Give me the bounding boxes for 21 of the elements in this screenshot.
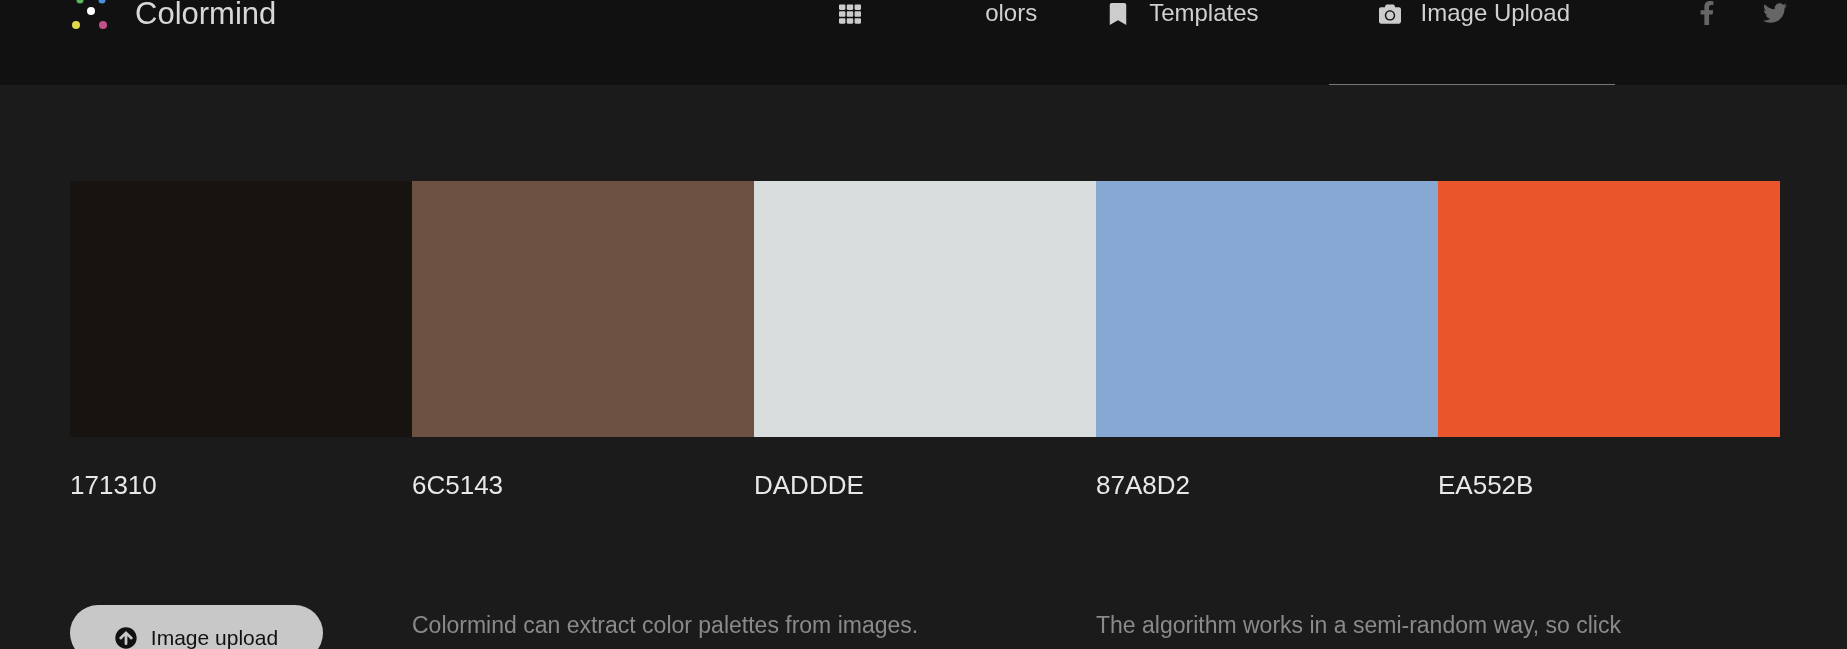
camera-icon	[1378, 3, 1401, 25]
upload-icon	[114, 627, 137, 649]
description-text: Colormind can extract color palettes from images.	[412, 611, 920, 640]
hex-code: 6C5143	[412, 469, 505, 502]
grid-icon	[839, 3, 862, 25]
image-upload-button[interactable]: Image upload	[70, 605, 323, 649]
hex-code: 87A8D2	[1096, 469, 1191, 502]
hex-code: DADDDE	[754, 469, 865, 502]
nav-link[interactable]: Image Upload	[1328, 0, 1615, 85]
logo-text: Colormind	[135, 0, 277, 33]
color-swatch[interactable]	[412, 181, 754, 437]
description-text: The algorithm works in a semi-random way, so click	[1096, 611, 1622, 640]
color-swatch[interactable]	[754, 181, 1096, 437]
hex-code: 171310	[70, 469, 158, 502]
nav-link[interactable]: Templates	[1107, 0, 1259, 85]
twitter-icon[interactable]	[1763, 1, 1787, 25]
hex-code: EA552B	[1438, 469, 1535, 502]
color-swatch[interactable]	[70, 181, 412, 437]
nav-link[interactable]: olors	[839, 0, 1038, 85]
color-swatch[interactable]	[1096, 181, 1438, 437]
color-swatch[interactable]	[1438, 181, 1780, 437]
